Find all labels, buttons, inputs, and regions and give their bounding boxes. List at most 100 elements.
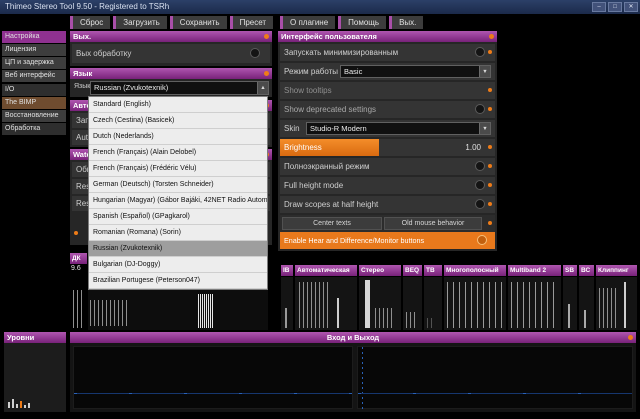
- skin-combobox[interactable]: Studio-R Modern ▼: [306, 122, 491, 135]
- meter-bar: [365, 280, 370, 328]
- modified-dot: [488, 145, 492, 149]
- language-selected-value: Russian (Zvukotexnik): [94, 83, 168, 92]
- meter-body-beq: [403, 277, 422, 330]
- close-button[interactable]: ✕: [624, 2, 638, 12]
- brightness-row: Brightness 1.00: [280, 139, 495, 156]
- brightness-slider[interactable]: Brightness: [280, 139, 379, 156]
- meter-bar: [8, 402, 10, 408]
- sidebar-item-license[interactable]: Лицензия: [2, 44, 66, 56]
- maximize-icon: □: [613, 4, 617, 10]
- work-mode-value: Basic: [344, 67, 362, 76]
- app-window: Thimeo Stereo Tool 9.50 - Registered to …: [0, 0, 640, 419]
- bypass-label: Вых обработку: [76, 49, 131, 58]
- minimize-button[interactable]: –: [592, 2, 606, 12]
- language-option[interactable]: French (Français) (Frédéric Vélu): [89, 161, 267, 177]
- language-option[interactable]: Czech (Cestina) (Basicek): [89, 113, 267, 129]
- tab-agc[interactable]: Автоматическая: [295, 265, 357, 276]
- ui-panel-title: Интерфейс пользователя: [281, 32, 377, 41]
- fullscreen-label: Полноэкранный режим: [284, 162, 369, 171]
- sidebar-item-cpu-latency[interactable]: ЦП и задержка: [2, 57, 66, 69]
- tab-clipping[interactable]: Клиппинг: [596, 265, 637, 276]
- tab-stereo[interactable]: Стерео: [359, 265, 401, 276]
- tab-sb[interactable]: SB: [563, 265, 577, 276]
- enable-hear-toggle[interactable]: [477, 235, 487, 245]
- sidebar-item-web-interface[interactable]: Веб интерфейс: [2, 70, 66, 82]
- toolbar-right: О плагине Помощь Вых.: [280, 16, 423, 29]
- old-mouse-behavior-button[interactable]: Old mouse behavior: [384, 217, 482, 230]
- preset-button[interactable]: Пресет: [230, 16, 274, 29]
- tab-multiband[interactable]: Многополосный: [444, 265, 506, 276]
- language-option[interactable]: Brazilian Portugese (Peterson047): [89, 273, 267, 289]
- full-height-toggle[interactable]: [475, 180, 485, 190]
- tab-ib[interactable]: IB: [281, 265, 293, 276]
- window-title: Thimeo Stereo Tool 9.50 - Registered to …: [5, 2, 169, 11]
- tab-vs[interactable]: ВС: [579, 265, 594, 276]
- help-button[interactable]: Помощь: [338, 16, 386, 29]
- panel-status-dot: [264, 34, 269, 39]
- tab-multiband2[interactable]: Multiband 2: [508, 265, 561, 276]
- modified-dot: [488, 202, 492, 206]
- sidebar-item-processing[interactable]: Обработка: [2, 123, 66, 135]
- modified-dot: [488, 88, 492, 92]
- language-panel: Язык Язык Russian (Zvukotexnik) ▲: [70, 68, 272, 97]
- language-dropdown-list: Standard (English) Czech (Cestina) (Basi…: [88, 96, 268, 290]
- chevron-up-icon[interactable]: ▲: [257, 82, 268, 94]
- center-texts-button[interactable]: Center texts: [282, 217, 382, 230]
- exit-button[interactable]: Вых.: [389, 16, 423, 29]
- dk-section-header[interactable]: ДК: [70, 253, 87, 264]
- half-height-scopes-row: Draw scopes at half height: [280, 196, 495, 213]
- meter-group: [511, 282, 558, 328]
- tab-beq[interactable]: BEQ: [403, 265, 422, 276]
- language-option-selected[interactable]: Russian (Zvukotexnik): [89, 241, 267, 257]
- output-panel-title: Вых.: [73, 32, 91, 41]
- minimize-icon: –: [597, 4, 600, 10]
- meter-body-multiband2: [508, 277, 561, 330]
- language-option[interactable]: Bulgarian (DJ-Doggy): [89, 257, 267, 273]
- language-combobox[interactable]: Russian (Zvukotexnik) ▲: [90, 81, 269, 95]
- output-panel: Вых. Вых обработку: [70, 31, 272, 66]
- io-panel-header: Вход и Выход: [70, 332, 636, 343]
- sidebar: Настройка Лицензия ЦП и задержка Веб инт…: [2, 31, 66, 136]
- meter-group: [198, 294, 214, 328]
- load-button[interactable]: Загрузить: [113, 16, 167, 29]
- input-scope: [73, 346, 353, 409]
- sidebar-item-settings[interactable]: Настройка: [2, 31, 66, 43]
- work-mode-combobox[interactable]: Basic ▼: [340, 65, 491, 78]
- sidebar-item-the-bimp[interactable]: The BIMP: [2, 97, 66, 109]
- language-option[interactable]: Standard (English): [89, 97, 267, 113]
- language-option[interactable]: Romanian (Romana) (Sorin): [89, 225, 267, 241]
- language-option[interactable]: Spanish (Español) (GPagkarol): [89, 209, 267, 225]
- half-height-scopes-toggle[interactable]: [475, 199, 485, 209]
- save-button[interactable]: Сохранить: [170, 16, 227, 29]
- bypass-toggle[interactable]: [250, 48, 260, 58]
- chevron-down-icon[interactable]: ▼: [479, 123, 490, 134]
- modified-dot: [488, 164, 492, 168]
- start-minimized-toggle[interactable]: [475, 47, 485, 57]
- language-option[interactable]: Dutch (Nederlands): [89, 129, 267, 145]
- sidebar-item-repair[interactable]: Восстановление: [2, 110, 66, 122]
- show-tooltips-label: Show tooltips: [284, 86, 332, 95]
- enable-hear-row: Enable Hear and Difference/Monitor butto…: [280, 232, 495, 249]
- meter-bar: [584, 310, 586, 328]
- meter-bar: [337, 298, 339, 328]
- meter-group: [427, 318, 435, 328]
- about-plugin-button[interactable]: О плагине: [280, 16, 335, 29]
- maximize-button[interactable]: □: [608, 2, 622, 12]
- window-controls: – □ ✕: [592, 2, 638, 12]
- language-option[interactable]: French (Français) (Alain Delobel): [89, 145, 267, 161]
- old-mouse-behavior-label: Old mouse behavior: [402, 220, 465, 227]
- language-option[interactable]: Hungarian (Magyar) (Gábor Bajáki, 42NET …: [89, 193, 267, 209]
- center-texts-label: Center texts: [313, 220, 351, 227]
- start-minimized-label: Запускать минимизированным: [284, 48, 398, 57]
- fullscreen-toggle[interactable]: [475, 161, 485, 171]
- chevron-down-icon[interactable]: ▼: [479, 66, 490, 77]
- sidebar-item-io[interactable]: I/O: [2, 84, 66, 96]
- modified-dot: [488, 221, 492, 225]
- reset-button[interactable]: Сброс: [70, 16, 110, 29]
- show-deprecated-toggle[interactable]: [475, 104, 485, 114]
- work-mode-label: Режим работы: [284, 67, 338, 76]
- language-option[interactable]: German (Deutsch) (Torsten Schneider): [89, 177, 267, 193]
- tab-tv[interactable]: ТВ: [424, 265, 442, 276]
- meter-group: [73, 290, 85, 328]
- meter-body-stereo: [359, 277, 401, 330]
